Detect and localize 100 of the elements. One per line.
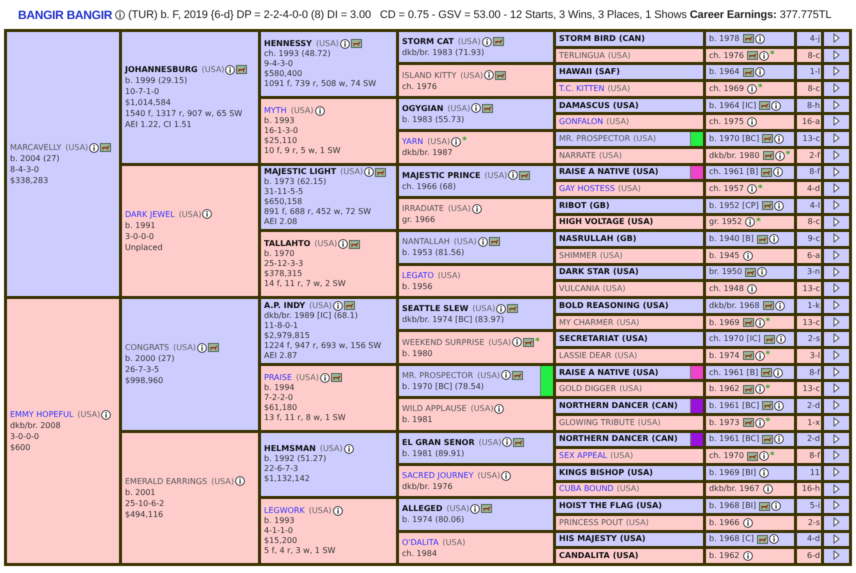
- horse-photo-icon[interactable]: [756, 234, 768, 244]
- info-icon[interactable]: [745, 217, 756, 228]
- horse-photo-icon[interactable]: [507, 304, 518, 314]
- horse-photo-icon[interactable]: [762, 201, 773, 210]
- expand-arrow-icon[interactable]: [833, 366, 840, 377]
- info-icon[interactable]: [754, 350, 765, 361]
- horse-name-link[interactable]: LEGATO: [402, 270, 434, 281]
- info-icon[interactable]: [472, 204, 482, 214]
- horse-photo-icon[interactable]: [513, 438, 524, 447]
- horse-photo-icon[interactable]: [492, 37, 504, 46]
- horse-photo-icon[interactable]: [344, 301, 355, 310]
- horse-photo-icon[interactable]: [742, 34, 754, 44]
- expand-arrow-icon[interactable]: [833, 466, 840, 477]
- info-icon[interactable]: [771, 100, 782, 111]
- expand-arrow-icon[interactable]: [833, 500, 840, 510]
- horse-name-link[interactable]: MAJESTIC PRINCE: [402, 170, 480, 181]
- horse-name-link[interactable]: BOLD REASONING: [559, 302, 640, 310]
- expand-arrow-icon[interactable]: [833, 333, 840, 344]
- info-icon[interactable]: [471, 103, 482, 114]
- expand-arrow-icon[interactable]: [833, 133, 840, 144]
- horse-name-link[interactable]: TERLINGUA: [559, 52, 605, 60]
- expand-arrow-icon[interactable]: [833, 183, 840, 194]
- info-icon[interactable]: [776, 334, 786, 344]
- horse-name-link[interactable]: KINGS BISHOP: [559, 468, 624, 477]
- horse-name-link[interactable]: GAY HOSTESS: [559, 185, 615, 194]
- expand-arrow-icon[interactable]: [833, 33, 840, 43]
- horse-photo-icon[interactable]: [762, 301, 774, 310]
- horse-name-link[interactable]: MAJESTIC LIGHT: [264, 167, 336, 178]
- info-icon[interactable]: [470, 504, 480, 514]
- horse-name-link[interactable]: O'DALITA: [402, 536, 439, 548]
- horse-name-link[interactable]: HENNESSY: [264, 38, 312, 49]
- horse-name-link[interactable]: DARK JEWEL: [125, 208, 175, 220]
- horse-name-link[interactable]: HAWAII: [559, 68, 592, 76]
- horse-photo-icon[interactable]: [512, 370, 524, 380]
- info-icon[interactable]: [758, 50, 769, 61]
- info-icon[interactable]: [196, 342, 207, 353]
- info-icon[interactable]: [754, 67, 765, 78]
- horse-name-link[interactable]: MARCAVELLY: [10, 142, 62, 153]
- horse-name-link[interactable]: GOLD DIGGER: [559, 385, 616, 394]
- expand-arrow-icon[interactable]: [833, 100, 840, 110]
- expand-arrow-icon[interactable]: [833, 233, 840, 244]
- info-icon[interactable]: [762, 484, 773, 494]
- info-icon[interactable]: [742, 551, 753, 562]
- info-icon[interactable]: [746, 117, 757, 128]
- info-icon[interactable]: [115, 10, 126, 20]
- info-icon[interactable]: [771, 501, 782, 512]
- info-icon[interactable]: [742, 518, 753, 528]
- horse-name-link[interactable]: RAISE A NATIVE: [559, 168, 630, 176]
- info-icon[interactable]: [482, 36, 492, 47]
- horse-name-link[interactable]: ALLEGED: [402, 503, 443, 514]
- horse-name-link[interactable]: IRRADIATE: [402, 203, 444, 214]
- horse-name-link[interactable]: JOHANNESBURG: [125, 64, 198, 76]
- info-icon[interactable]: [451, 136, 462, 147]
- horse-name-link[interactable]: HIGH VOLTAGE: [559, 218, 624, 226]
- horse-name-link[interactable]: NORTHERN DANCER: [559, 435, 649, 444]
- info-icon[interactable]: [774, 134, 784, 144]
- info-icon[interactable]: [314, 106, 324, 116]
- info-icon[interactable]: [101, 410, 112, 420]
- expand-arrow-icon[interactable]: [833, 450, 840, 460]
- horse-name-link[interactable]: WEEKEND SURPRISE: [402, 336, 484, 348]
- horse-photo-icon[interactable]: [208, 343, 219, 352]
- horse-photo-icon[interactable]: [742, 318, 754, 328]
- horse-photo-icon[interactable]: [762, 401, 774, 410]
- expand-arrow-icon[interactable]: [833, 200, 840, 210]
- info-icon[interactable]: [746, 284, 757, 294]
- info-icon[interactable]: [742, 250, 753, 261]
- info-icon[interactable]: [89, 142, 100, 152]
- horse-name-link[interactable]: HELMSMAN: [264, 444, 316, 454]
- expand-arrow-icon[interactable]: [833, 250, 840, 260]
- info-icon[interactable]: [754, 384, 765, 394]
- info-icon[interactable]: [496, 304, 506, 314]
- horse-photo-icon[interactable]: [759, 502, 770, 511]
- horse-name-link[interactable]: WILD APPLAUSE: [402, 403, 467, 414]
- info-icon[interactable]: [320, 372, 330, 383]
- horse-name-link[interactable]: YARN: [402, 136, 424, 148]
- horse-name-link[interactable]: MR. PROSPECTOR: [402, 370, 474, 381]
- horse-name-link[interactable]: CANDALITA: [559, 552, 610, 560]
- info-icon[interactable]: [774, 150, 785, 161]
- expand-arrow-icon[interactable]: [833, 434, 840, 444]
- info-icon[interactable]: [759, 468, 770, 478]
- info-icon[interactable]: [202, 209, 212, 220]
- info-icon[interactable]: [758, 451, 769, 462]
- horse-photo-icon[interactable]: [762, 151, 774, 160]
- horse-photo-icon[interactable]: [495, 70, 506, 80]
- expand-arrow-icon[interactable]: [833, 66, 840, 76]
- horse-name-link[interactable]: TALLAHTO: [264, 239, 310, 250]
- horse-name-link[interactable]: MYTH: [264, 106, 287, 116]
- info-icon[interactable]: [225, 64, 236, 75]
- info-icon[interactable]: [746, 84, 757, 94]
- horse-name-link[interactable]: DAMASCUS: [559, 102, 610, 110]
- expand-arrow-icon[interactable]: [833, 266, 840, 277]
- horse-photo-icon[interactable]: [482, 104, 494, 113]
- expand-arrow-icon[interactable]: [833, 50, 840, 60]
- horse-name-link[interactable]: SACRED JOURNEY: [402, 470, 474, 482]
- info-icon[interactable]: [754, 34, 765, 44]
- info-icon[interactable]: [774, 300, 785, 311]
- horse-photo-icon[interactable]: [756, 534, 768, 544]
- expand-arrow-icon[interactable]: [833, 216, 840, 227]
- info-icon[interactable]: [502, 437, 512, 448]
- horse-name-link[interactable]: VULCANIA: [559, 285, 600, 294]
